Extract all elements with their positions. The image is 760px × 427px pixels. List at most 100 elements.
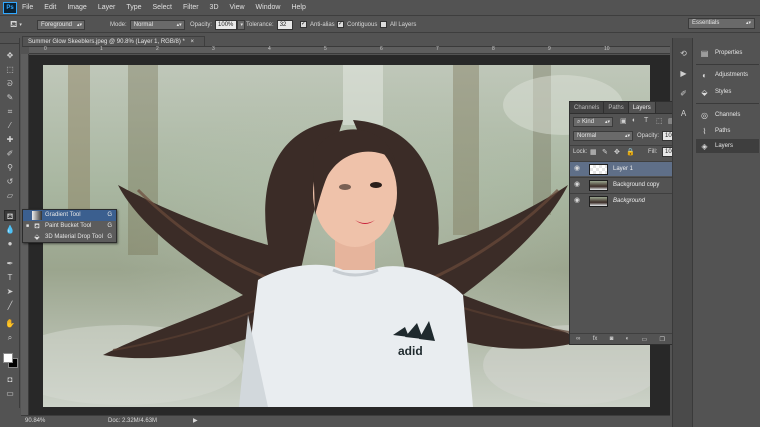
menu-window[interactable]: Window [256, 4, 281, 11]
3d-material-drop-icon: ⬙ [34, 234, 40, 241]
quick-selection-tool-icon[interactable]: ✎ [4, 92, 16, 103]
horizontal-ruler: 0 1 2 3 4 5 6 7 8 9 10 [29, 46, 670, 54]
tool-preset-picker[interactable]: ⛾ ▾ [10, 19, 22, 30]
shirt-logo-text: adid [398, 344, 423, 358]
filter-adjustment-icon[interactable]: ◐ [632, 117, 636, 124]
antialias-option[interactable]: Anti-alias [300, 19, 335, 30]
ruler-label: 5 [324, 46, 327, 52]
character-icon[interactable]: A [678, 108, 689, 119]
menu-edit[interactable]: Edit [44, 4, 56, 11]
opacity-slider-toggle[interactable]: ▾ [237, 19, 246, 30]
paint-bucket-tool-icon[interactable]: ⛾ [4, 210, 16, 221]
hand-tool-icon[interactable]: ✋ [4, 318, 16, 329]
lasso-tool-icon[interactable]: ᘐ [4, 78, 16, 89]
antialias-checkbox[interactable] [300, 20, 307, 28]
dodge-tool-icon[interactable]: ● [4, 238, 16, 249]
close-icon[interactable]: × [191, 39, 195, 45]
panel-layers[interactable]: ◈ Layers [696, 139, 759, 153]
lock-transparent-icon[interactable]: ▦ [590, 148, 597, 156]
fill-label: Fill: [648, 149, 658, 155]
visibility-eye-icon[interactable]: ◉ [574, 181, 583, 189]
eyedropper-tool-icon[interactable]: ⁄ [4, 120, 16, 131]
foreground-color-swatch[interactable] [3, 353, 13, 363]
ruler-label: 6 [380, 46, 383, 52]
flyout-gradient-tool[interactable]: Gradient Tool G [23, 210, 116, 221]
panel-properties[interactable]: ▤ Properties [696, 46, 759, 60]
menu-select[interactable]: Select [153, 4, 172, 11]
menu-image[interactable]: Image [67, 4, 86, 11]
status-bar: 90.84% Doc: 2.32M/4.63M ▶ [21, 415, 670, 427]
blend-mode-dropdown[interactable]: Normal ▴▾ [573, 131, 633, 141]
visibility-eye-icon[interactable]: ◉ [574, 165, 583, 173]
eraser-tool-icon[interactable]: ▱ [4, 190, 16, 201]
group-icon[interactable]: ▭ [642, 336, 648, 343]
opacity-field[interactable]: 100% [215, 19, 238, 30]
line-tool-icon[interactable]: ╱ [4, 300, 16, 311]
type-tool-icon[interactable]: T [4, 272, 16, 283]
mask-icon[interactable]: ◙ [610, 336, 614, 342]
history-icon[interactable]: ⟲ [678, 48, 689, 59]
toolbar-grip[interactable] [0, 38, 19, 44]
actions-icon[interactable]: ▶ [678, 68, 689, 79]
tab-layers[interactable]: Layers [628, 102, 656, 113]
zoom-tool-icon[interactable]: ⌕ [4, 332, 16, 343]
panel-styles[interactable]: ⬙ Styles [696, 85, 759, 99]
blur-tool-icon[interactable]: 💧 [4, 224, 16, 235]
lock-all-icon[interactable]: 🔒 [626, 148, 635, 156]
status-menu-arrow-icon[interactable]: ▶ [193, 417, 198, 424]
tolerance-field[interactable]: 32 [276, 19, 293, 30]
opacity-label: Opacity: [190, 21, 213, 28]
flyout-paint-bucket-tool[interactable]: ■ ⛾ Paint Bucket Tool G [23, 221, 116, 232]
lock-pixels-icon[interactable]: ✎ [602, 148, 608, 156]
quick-mask-icon[interactable]: ◘ [4, 374, 16, 385]
clone-stamp-tool-icon[interactable]: ⚲ [4, 162, 16, 173]
new-layer-icon[interactable]: ❐ [660, 336, 665, 343]
panel-paths[interactable]: ⌇ Paths [696, 124, 759, 138]
gradient-icon [32, 211, 42, 220]
path-selection-tool-icon[interactable]: ➤ [4, 286, 16, 297]
menu-view[interactable]: View [230, 4, 245, 11]
menu-layer[interactable]: Layer [98, 4, 116, 11]
menu-file[interactable]: File [22, 4, 33, 11]
fill-source-dropdown[interactable]: Foreground ▴▾ [37, 19, 85, 30]
link-icon[interactable]: ∞ [576, 336, 580, 342]
marquee-tool-icon[interactable]: ⬚ [4, 64, 16, 75]
ruler-label: 9 [548, 46, 551, 52]
menu-3d[interactable]: 3D [210, 4, 219, 11]
tab-paths[interactable]: Paths [604, 102, 629, 113]
contiguous-option[interactable]: Contiguous [337, 19, 377, 30]
zoom-level[interactable]: 90.84% [25, 418, 45, 424]
visibility-eye-icon[interactable]: ◉ [574, 197, 583, 205]
layer-thumbnail [589, 180, 608, 191]
panel-adjustments[interactable]: ◐ Adjustments [696, 68, 759, 82]
brush-presets-icon[interactable]: ✐ [678, 88, 689, 99]
menu-filter[interactable]: Filter [183, 4, 199, 11]
lock-position-icon[interactable]: ✥ [614, 148, 620, 156]
screen-mode-icon[interactable]: ▭ [4, 388, 16, 399]
menu-type[interactable]: Type [126, 4, 141, 11]
flyout-3d-material-drop-tool[interactable]: ⬙ 3D Material Drop Tool G [23, 232, 116, 243]
contiguous-checkbox[interactable] [337, 20, 344, 28]
filter-kind-dropdown[interactable]: ⌕ Kind ▴▾ [573, 117, 613, 127]
adjustment-icon[interactable]: ◐ [626, 336, 630, 342]
all-layers-checkbox[interactable] [380, 21, 387, 28]
tab-channels[interactable]: Channels [570, 102, 605, 113]
paint-bucket-icon: ⛾ [10, 18, 18, 29]
layer-thumbnail [589, 196, 608, 207]
crop-tool-icon[interactable]: ⌗ [4, 106, 16, 117]
filter-type-icon[interactable]: T [644, 117, 648, 124]
mode-dropdown[interactable]: Normal ▴▾ [129, 19, 185, 30]
fx-icon[interactable]: fx [593, 336, 598, 342]
brush-tool-icon[interactable]: ✐ [4, 148, 16, 159]
document-canvas[interactable]: adid [43, 65, 650, 407]
all-layers-option[interactable]: All Layers [380, 19, 416, 30]
filter-pixel-icon[interactable]: ▣ [620, 117, 627, 125]
workspace-switcher[interactable]: Essentials ▴▾ [688, 18, 755, 29]
pen-tool-icon[interactable]: ✒ [4, 258, 16, 269]
healing-brush-tool-icon[interactable]: ✚ [4, 134, 16, 145]
panel-channels[interactable]: ◎ Channels [696, 108, 759, 122]
filter-shape-icon[interactable]: ⬚ [656, 117, 663, 125]
menu-help[interactable]: Help [291, 4, 305, 11]
history-brush-tool-icon[interactable]: ↺ [4, 176, 16, 187]
move-tool-icon[interactable]: ✥ [4, 50, 16, 61]
